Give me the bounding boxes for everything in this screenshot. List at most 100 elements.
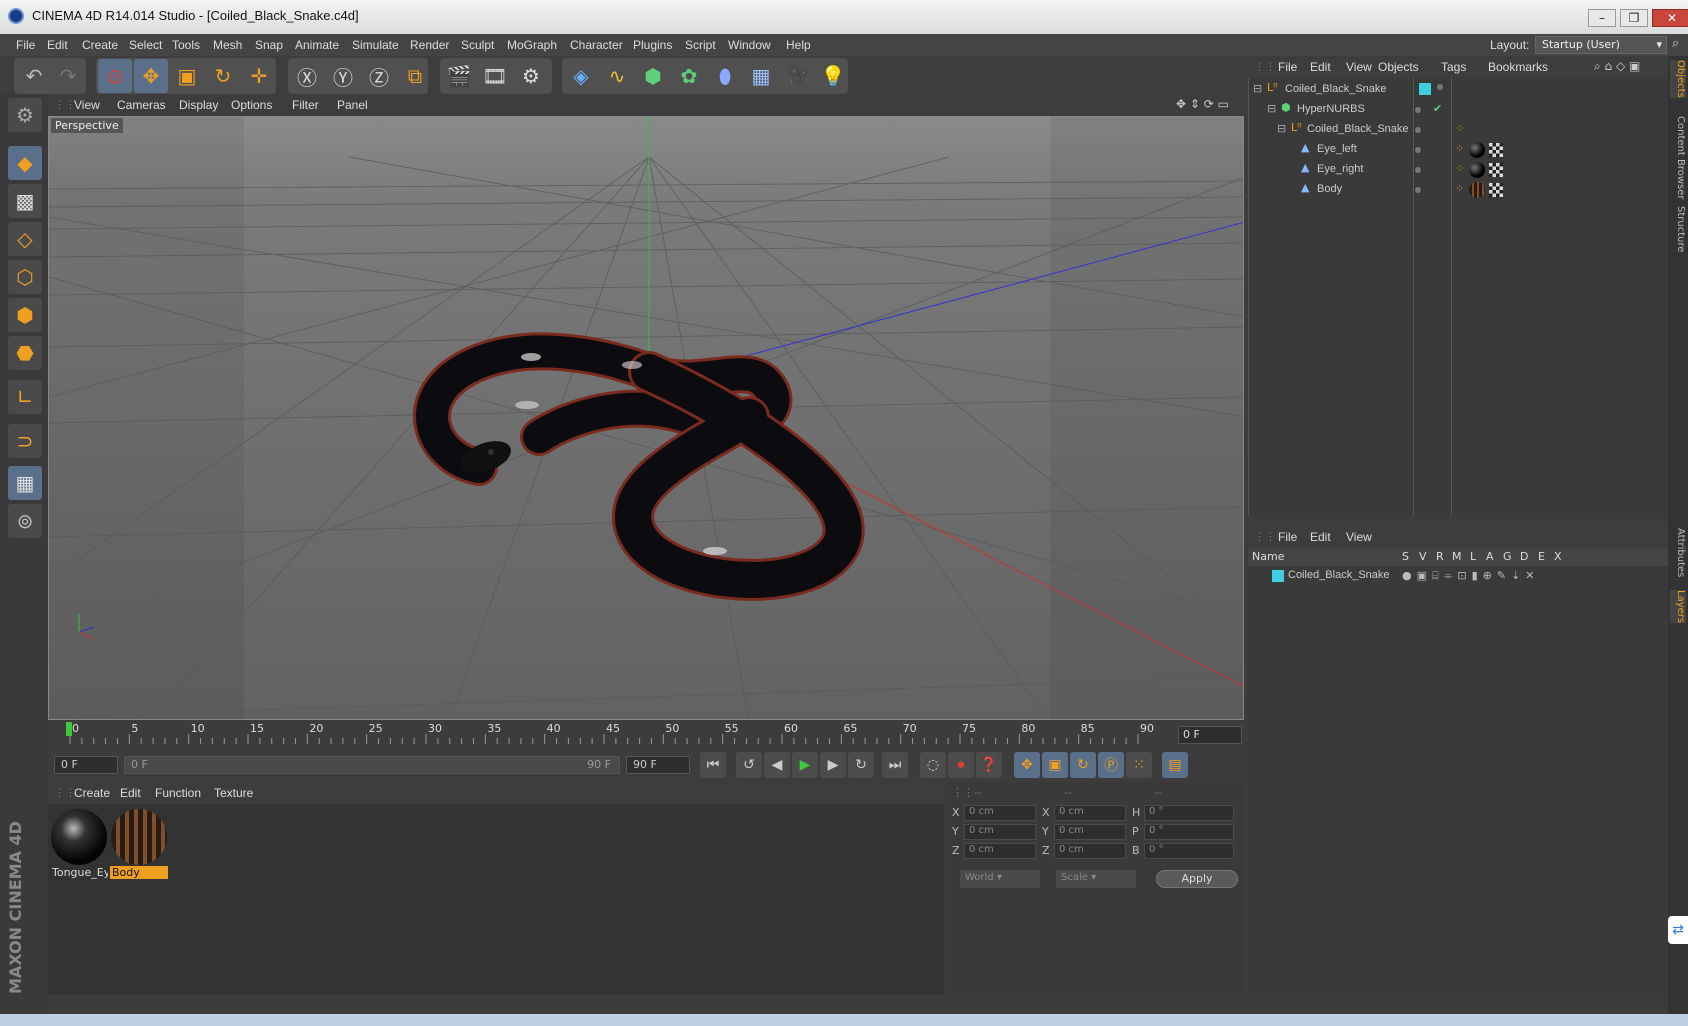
layer-color-swatch[interactable] — [1419, 83, 1431, 95]
record-rotation-icon[interactable]: ↻ — [1070, 752, 1096, 778]
camera-icon[interactable]: 🎥 — [780, 59, 814, 93]
x-axis-lock-icon[interactable]: Ⓧ — [290, 59, 324, 93]
pos-y-field[interactable]: 0 cm — [964, 824, 1036, 840]
tab-attributes[interactable]: Attributes — [1670, 528, 1686, 577]
keyframe-selection-icon[interactable]: ❓ — [976, 752, 1002, 778]
viewport-menu-panel[interactable]: Panel — [337, 98, 368, 112]
material-menu-texture[interactable]: Texture — [214, 786, 253, 800]
object-row-body[interactable]: ▲ Body ⁘ — [1249, 180, 1669, 200]
material-tag-icon[interactable] — [1469, 162, 1485, 178]
material-tongue-eye[interactable]: Tongue_Ey — [50, 808, 108, 882]
polygons-mode-icon[interactable]: ⬣ — [8, 336, 42, 370]
move-tool-icon[interactable]: ✥ — [134, 59, 168, 93]
rot-b-field[interactable]: 0 ° — [1144, 843, 1234, 859]
object-menu-view[interactable]: View — [1346, 60, 1372, 74]
pos-z-field[interactable]: 0 cm — [964, 843, 1036, 859]
current-frame-field[interactable]: 0 F — [1178, 726, 1242, 744]
uvw-tag-icon[interactable] — [1489, 183, 1503, 197]
enabled-check-icon[interactable]: ✔ — [1433, 102, 1442, 115]
layer-menu-file[interactable]: File — [1278, 530, 1297, 544]
menu-mesh[interactable]: Mesh — [213, 38, 242, 52]
go-to-start-icon[interactable]: ⏮ — [700, 752, 726, 778]
edges-mode-icon[interactable]: ⬢ — [8, 298, 42, 332]
object-row-eye-left[interactable]: ▲ Eye_left ⁘ — [1249, 140, 1669, 160]
uvw-tag-icon[interactable] — [1489, 143, 1503, 157]
uvw-tag-icon[interactable] — [1489, 163, 1503, 177]
menu-create[interactable]: Create — [82, 38, 118, 52]
array-icon[interactable]: ✿ — [672, 59, 706, 93]
tab-content-browser[interactable]: Content Browser — [1670, 116, 1686, 199]
material-menu-function[interactable]: Function — [155, 786, 201, 800]
menu-script[interactable]: Script — [685, 38, 716, 52]
search-icon[interactable]: ⌕ — [1672, 36, 1679, 51]
light-icon[interactable]: 💡 — [816, 59, 850, 93]
tab-objects[interactable]: Objects — [1670, 60, 1686, 98]
record-position-icon[interactable]: ✥ — [1014, 752, 1040, 778]
record-parameter-icon[interactable]: Ⓟ — [1098, 752, 1124, 778]
material-menu-edit[interactable]: Edit — [120, 786, 141, 800]
phong-tag-icon[interactable]: ⁘ — [1455, 122, 1464, 135]
play-icon[interactable]: ▶ — [792, 752, 818, 778]
apply-button[interactable]: Apply — [1156, 870, 1238, 888]
preview-range-slider[interactable]: 0 F 90 F — [124, 756, 620, 774]
viewport-menu-cameras[interactable]: Cameras — [117, 98, 166, 112]
layer-menu-edit[interactable]: Edit — [1310, 530, 1331, 544]
visibility-dot[interactable] — [1437, 84, 1443, 90]
autokey-icon[interactable]: ⏺ — [948, 752, 974, 778]
go-to-end-icon[interactable]: ⏭ — [882, 752, 908, 778]
nurbs-icon[interactable]: ⬢ — [636, 59, 670, 93]
teamviewer-icon[interactable]: ⇄ — [1668, 916, 1688, 944]
y-axis-lock-icon[interactable]: Ⓨ — [326, 59, 360, 93]
coordinate-system-icon[interactable]: ⧉ — [398, 59, 432, 93]
close-button[interactable]: ✕ — [1652, 9, 1688, 27]
solo-mode-icon[interactable]: ⊚ — [8, 504, 42, 538]
menu-file[interactable]: File — [16, 38, 35, 52]
material-body[interactable]: Body — [110, 808, 168, 882]
layer-toggle-icons[interactable]: ●▣⌸⌯⊡▮⊕✎⇣✕ — [1402, 569, 1540, 583]
object-manager-nav-icons[interactable]: ⌕ ⌂ ◇ ▣ — [1594, 59, 1640, 74]
workplane-mode-icon[interactable]: ◇ — [8, 222, 42, 256]
tab-layers[interactable]: Layers — [1670, 590, 1686, 624]
menu-help[interactable]: Help — [786, 38, 811, 52]
record-point-level-icon[interactable]: ⁙ — [1126, 752, 1152, 778]
menu-simulate[interactable]: Simulate — [352, 38, 399, 52]
deformer-icon[interactable]: ⬮ — [708, 59, 742, 93]
floor-icon[interactable]: ▦ — [744, 59, 778, 93]
visibility-dot[interactable] — [1415, 167, 1421, 173]
visibility-dot[interactable] — [1415, 127, 1421, 133]
recent-tool-icon[interactable]: ✛ — [242, 59, 276, 93]
material-tag-icon[interactable] — [1469, 182, 1485, 198]
phong-tag-icon[interactable]: ⁘ — [1455, 142, 1464, 155]
spline-icon[interactable]: ∿ — [600, 59, 634, 93]
start-frame-field[interactable]: 0 F — [54, 756, 118, 774]
expand-icon[interactable]: ⊟ — [1267, 102, 1276, 115]
axis-mode-icon[interactable]: ∟ — [8, 380, 42, 414]
visibility-dot[interactable] — [1415, 107, 1421, 113]
viewport-menu-display[interactable]: Display — [179, 98, 218, 112]
layer-menu-view[interactable]: View — [1346, 530, 1372, 544]
object-row-hypernurbs[interactable]: ⊟ ⬢ HyperNURBS ✔ — [1249, 100, 1669, 120]
previous-key-icon[interactable]: ↺ — [736, 752, 762, 778]
phong-tag-icon[interactable]: ⁘ — [1455, 182, 1464, 195]
menu-character[interactable]: Character — [570, 38, 623, 52]
object-row-coiled-black-snake-child[interactable]: ⊟ L⁰ Coiled_Black_Snake ⁘ — [1249, 120, 1669, 140]
record-scale-icon[interactable]: ▣ — [1042, 752, 1068, 778]
viewport-navigation-icons[interactable]: ✥ ⇕ ⟳ ▭ — [1176, 97, 1229, 111]
rotate-tool-icon[interactable]: ↻ — [206, 59, 240, 93]
end-frame-field[interactable]: 90 F — [626, 756, 690, 774]
cube-object-icon[interactable]: ◈ — [564, 59, 598, 93]
make-editable-icon[interactable]: ⚙ — [8, 98, 42, 132]
rot-p-field[interactable]: 0 ° — [1144, 824, 1234, 840]
object-row-eye-right[interactable]: ▲ Eye_right ⁘ — [1249, 160, 1669, 180]
layer-row[interactable]: Coiled_Black_Snake ●▣⌸⌯⊡▮⊕✎⇣✕ — [1248, 566, 1668, 586]
menu-render[interactable]: Render — [410, 38, 449, 52]
next-key-icon[interactable]: ↻ — [848, 752, 874, 778]
timeline-window-icon[interactable]: ▤ — [1162, 752, 1188, 778]
redo-icon[interactable]: ↷ — [51, 59, 85, 93]
next-frame-icon[interactable]: ▶ — [820, 752, 846, 778]
perspective-viewport[interactable]: Perspective — [48, 116, 1244, 720]
live-selection-icon[interactable]: ⊙ — [98, 59, 132, 93]
visibility-dot[interactable] — [1415, 147, 1421, 153]
minimize-button[interactable]: – — [1588, 9, 1616, 27]
render-settings-icon[interactable]: ⚙ — [514, 59, 548, 93]
